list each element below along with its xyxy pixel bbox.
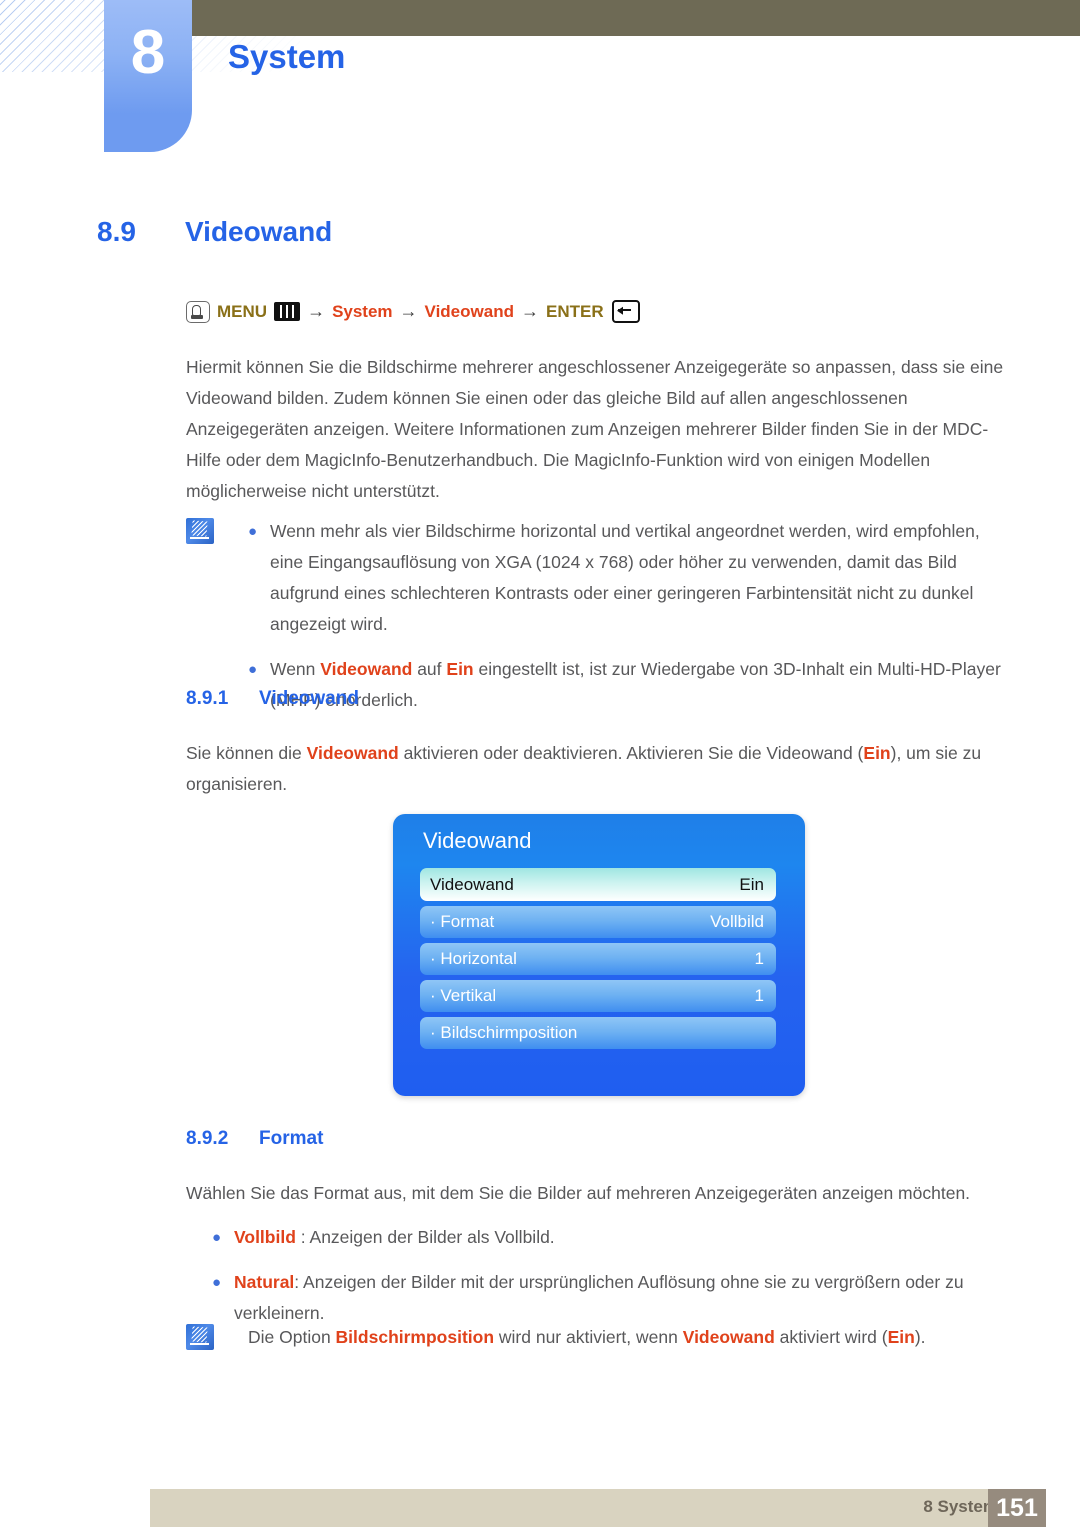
osd-row-value: Ein (739, 874, 764, 894)
note-block-2-text: Die Option Bildschirmposition wird nur a… (248, 1322, 1008, 1353)
note2-mid2: aktiviert wird ( (774, 1327, 888, 1347)
subsection-891-title: Videowand (259, 688, 359, 709)
note-bullet-2-bold-ein: Ein (446, 659, 474, 679)
note-pen-icon (186, 1324, 214, 1350)
bullet-dot: ● (248, 661, 258, 678)
note-bullet-1-text: Wenn mehr als vier Bildschirme horizonta… (270, 521, 980, 634)
osd-row-label: · Format (430, 912, 495, 931)
format-option-natural: Natural: Anzeigen der Bilder mit der urs… (234, 1267, 1012, 1329)
note2-bold-ein: Ein (887, 1327, 915, 1347)
p891-pre: Sie können die (186, 743, 307, 763)
bullet-dot: ● (212, 1274, 222, 1291)
note-bullet-2-bold-videowand: Videowand (320, 659, 413, 679)
menu-bars-icon (274, 302, 301, 321)
note-block-1: ● Wenn mehr als vier Bildschirme horizon… (186, 516, 1008, 716)
page-number: 151 (988, 1489, 1046, 1527)
osd-title: Videowand (423, 828, 532, 853)
header-bar (192, 0, 1080, 36)
list-item: ● Wenn Videowand auf Ein eingestellt ist… (248, 654, 1008, 716)
list-item: ● Wenn mehr als vier Bildschirme horizon… (248, 516, 1008, 640)
page-title: 8.9 Videowand (97, 216, 332, 248)
section-number: 8.9 (97, 216, 136, 247)
path-step-system: System (332, 301, 393, 321)
note2-pre: Die Option (248, 1327, 336, 1347)
format-option-vollbild-desc: : Anzeigen der Bilder als Vollbild. (295, 1227, 555, 1247)
note2-post: ). (914, 1327, 926, 1347)
format-option-vollbild: Vollbild : Anzeigen der Bilder als Vollb… (234, 1222, 1012, 1253)
bullet-dot: ● (212, 1229, 222, 1246)
osd-menu-panel: Videowand Videowand Ein · Format Vollbil… (393, 814, 805, 1096)
osd-row-value: 1 (754, 986, 764, 1005)
footer-bar (150, 1489, 1008, 1527)
format-option-natural-name: Natural (234, 1272, 295, 1292)
osd-row-list: Videowand Ein · Format Vollbild · Horizo… (420, 868, 776, 1054)
osd-row-value: Vollbild (710, 912, 764, 931)
bullet-dot: ● (248, 523, 258, 540)
note-bullet-list: ● Wenn mehr als vier Bildschirme horizon… (248, 516, 1008, 716)
note-bullet-2-mid: auf (412, 659, 447, 679)
path-arrow-2: → (399, 301, 418, 321)
note2-mid: wird nur aktiviert, wenn (494, 1327, 683, 1347)
subsection-heading-892: 8.9.2 Format (186, 1128, 323, 1150)
section-title: Videowand (185, 216, 333, 247)
list-item: ● Vollbild : Anzeigen der Bilder als Vol… (212, 1222, 1012, 1253)
osd-row-horizontal[interactable]: · Horizontal 1 (420, 943, 776, 975)
osd-row-format[interactable]: · Format Vollbild (420, 906, 776, 938)
footer-chapter-label: 8 System (923, 1497, 998, 1516)
chapter-number: 8 (130, 18, 166, 87)
chapter-tab: 8 (104, 0, 192, 152)
press-hand-icon (186, 300, 210, 323)
note-pen-icon (186, 518, 214, 544)
osd-row-value: 1 (754, 949, 764, 968)
osd-row-label: · Vertikal (430, 986, 497, 1005)
path-arrow-1: → (307, 301, 326, 321)
osd-row-bildschirmposition[interactable]: · Bildschirmposition (420, 1017, 776, 1049)
osd-row-label: · Horizontal (430, 949, 517, 968)
intro-paragraph: Hiermit können Sie die Bildschirme mehre… (186, 357, 1004, 501)
subsection-892-title: Format (259, 1128, 324, 1149)
path-arrow-3: → (520, 301, 539, 321)
note2-bold-videowand: Videowand (682, 1327, 775, 1347)
format-option-list: ● Vollbild : Anzeigen der Bilder als Vol… (212, 1222, 1012, 1329)
enter-return-icon (611, 300, 640, 323)
note-bullet-2-pre: Wenn (270, 659, 321, 679)
path-step-videowand: Videowand (424, 301, 514, 321)
osd-row-videowand[interactable]: Videowand Ein (420, 868, 776, 901)
subsection-heading-891: 8.9.1 Videowand (186, 688, 359, 710)
subsection-891-number: 8.9.1 (186, 688, 229, 709)
note-block-2: Die Option Bildschirmposition wird nur a… (186, 1322, 1008, 1353)
enter-label: ENTER (545, 301, 604, 321)
osd-row-label: · Bildschirmposition (430, 1023, 578, 1042)
note2-bold-bildschirmposition: Bildschirmposition (335, 1327, 495, 1347)
subsection-892-number: 8.9.2 (186, 1128, 229, 1149)
subsection-892-paragraph: Wählen Sie das Format aus, mit dem Sie d… (186, 1183, 971, 1203)
format-option-vollbild-name: Vollbild (234, 1227, 296, 1247)
menu-path: MENU → System → Videowand → ENTER (186, 300, 640, 323)
subsection-891-paragraph: Sie können die Videowand aktivieren oder… (186, 738, 1008, 800)
p891-bold-videowand: Videowand (306, 743, 399, 763)
note-bullet-2-text: Wenn Videowand auf Ein eingestellt ist, … (270, 654, 1008, 716)
format-option-natural-desc: : Anzeigen der Bilder mit der ursprüngli… (234, 1272, 964, 1323)
p891-bold-ein: Ein (863, 743, 891, 763)
menu-label: MENU (217, 301, 268, 321)
osd-row-label: Videowand (430, 874, 514, 894)
list-item: ● Natural: Anzeigen der Bilder mit der u… (212, 1267, 1012, 1329)
osd-row-vertikal[interactable]: · Vertikal 1 (420, 980, 776, 1012)
chapter-title: System (228, 38, 346, 75)
p891-mid: aktivieren oder deaktivieren. Aktivieren… (398, 743, 864, 763)
